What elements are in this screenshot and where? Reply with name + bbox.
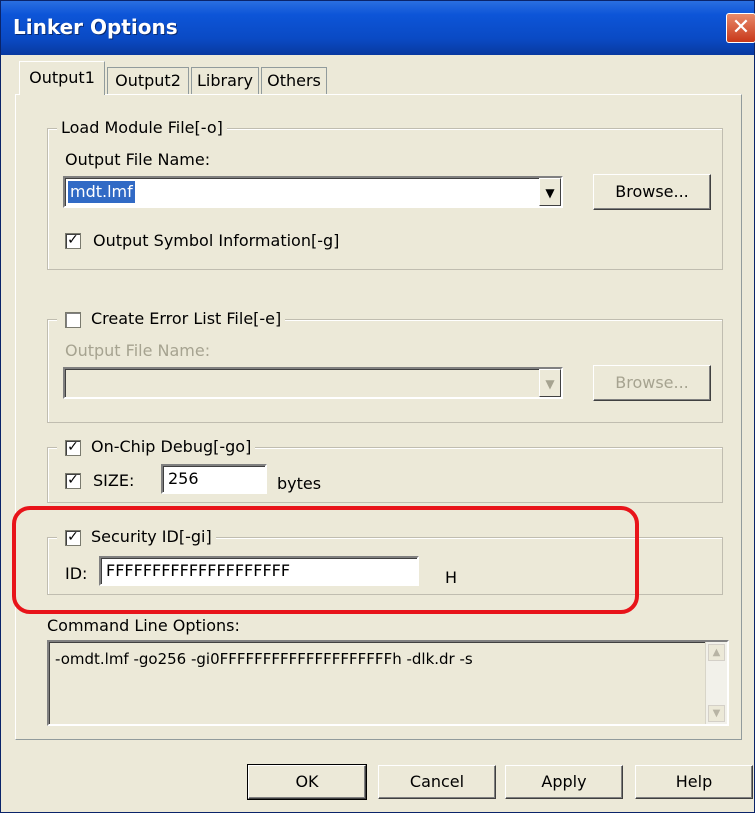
- checkmark-icon: ✓: [67, 472, 79, 488]
- size-unit-label: bytes: [277, 474, 322, 493]
- tab-others[interactable]: Others: [261, 67, 327, 95]
- chevron-down-icon[interactable]: ▼: [539, 369, 561, 397]
- cancel-button[interactable]: Cancel: [378, 765, 496, 799]
- close-icon[interactable]: ✕: [726, 13, 755, 43]
- load-module-title: Load Module File[-o]: [57, 118, 227, 137]
- checkmark-icon: ✓: [67, 439, 79, 455]
- security-id-input[interactable]: FFFFFFFFFFFFFFFFFFFF: [99, 556, 419, 586]
- size-input[interactable]: 256: [161, 464, 267, 494]
- apply-button[interactable]: Apply: [505, 765, 623, 799]
- tab-library[interactable]: Library: [191, 67, 259, 95]
- command-line-box[interactable]: -omdt.lmf -go256 -gi0FFFFFFFFFFFFFFFFFFF…: [47, 640, 729, 726]
- output-file-name-combo[interactable]: mdt.lmf ▼: [63, 176, 563, 208]
- security-id-label: ID:: [65, 564, 88, 583]
- linker-options-dialog: Linker Options ✕ Output1 Output2 Library…: [0, 0, 755, 813]
- tab-output2[interactable]: Output2: [107, 67, 189, 95]
- command-line-value: -omdt.lmf -go256 -gi0FFFFFFFFFFFFFFFFFFF…: [55, 650, 473, 668]
- command-line-label: Command Line Options:: [47, 616, 240, 635]
- browse-button[interactable]: Browse...: [593, 174, 711, 210]
- error-browse-button[interactable]: Browse...: [593, 365, 711, 401]
- output-symbol-label: Output Symbol Information[-g]: [93, 231, 340, 250]
- chevron-down-icon[interactable]: ▼: [539, 178, 561, 206]
- checkmark-icon: ✓: [67, 529, 79, 545]
- ok-button[interactable]: OK: [247, 764, 367, 800]
- security-id-checkbox[interactable]: ✓: [65, 530, 81, 546]
- output-file-name-label: Output File Name:: [65, 150, 211, 169]
- help-button[interactable]: Help: [635, 765, 753, 799]
- error-list-title: Create Error List File[-e]: [57, 309, 286, 328]
- size-label: SIZE:: [93, 471, 135, 490]
- error-output-file-name-label: Output File Name:: [65, 341, 211, 360]
- title-bar[interactable]: Linker Options ✕: [1, 1, 755, 55]
- command-line-scrollbar[interactable]: ▲ ▼: [705, 642, 727, 724]
- onchip-debug-checkbox[interactable]: ✓: [65, 440, 81, 456]
- security-id-suffix: H: [445, 568, 458, 587]
- error-output-file-name-value: [68, 372, 72, 394]
- error-output-file-name-combo[interactable]: ▼: [63, 367, 563, 399]
- tab-output1[interactable]: Output1: [19, 61, 105, 95]
- output-file-name-value: mdt.lmf: [68, 181, 135, 203]
- output-symbol-checkbox[interactable]: ✓: [65, 233, 81, 249]
- window-title: Linker Options: [13, 15, 178, 39]
- size-checkbox[interactable]: ✓: [65, 473, 81, 489]
- chevron-down-icon[interactable]: ▼: [708, 705, 725, 722]
- error-list-checkbox[interactable]: [65, 312, 81, 328]
- onchip-debug-title: On-Chip Debug[-go]: [57, 437, 256, 456]
- checkmark-icon: ✓: [67, 232, 79, 248]
- chevron-up-icon[interactable]: ▲: [708, 644, 725, 661]
